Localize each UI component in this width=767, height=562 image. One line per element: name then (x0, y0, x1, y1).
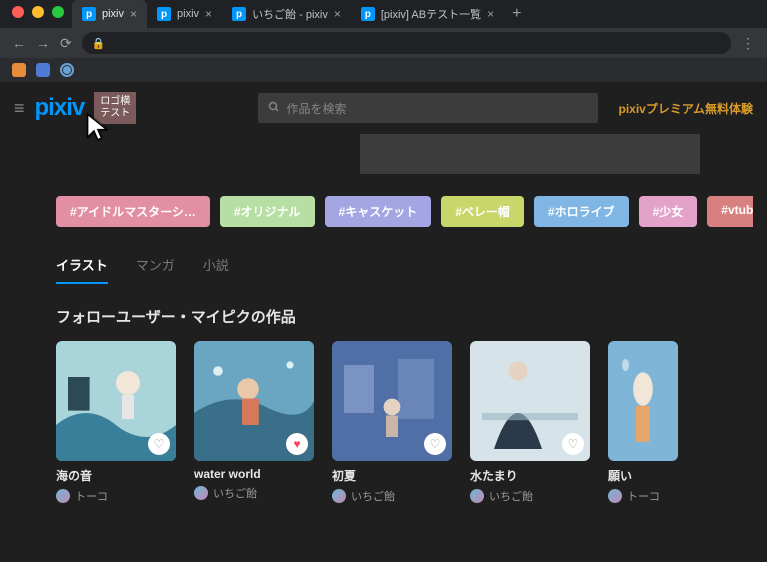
avatar (608, 489, 622, 503)
site-header: ≡ pixiv ロゴ横 テスト 作品を検索 pixivプレミアム無料体験 (14, 82, 753, 130)
pixiv-favicon: p (361, 7, 375, 21)
heart-icon[interactable]: ♡ (148, 433, 170, 455)
window-minimize-button[interactable] (32, 6, 44, 18)
close-icon[interactable]: × (334, 7, 341, 21)
ad-placeholder (360, 134, 700, 174)
artwork-user[interactable]: いちご飴 (470, 488, 590, 504)
user-name: いちご飴 (351, 488, 395, 504)
artwork-user[interactable]: いちご飴 (194, 485, 314, 501)
browser-tab[interactable]: p pixiv × (72, 0, 147, 28)
heart-icon[interactable]: ♡ (424, 433, 446, 455)
tab-label: pixiv (102, 8, 124, 20)
tab-label: pixiv (177, 8, 199, 20)
avatar (194, 486, 208, 500)
reload-icon[interactable]: ⟳ (60, 35, 72, 52)
section-title: フォローユーザー・マイピクの作品 (14, 284, 753, 341)
artwork-card[interactable]: ♡ 水たまり いちご飴 (470, 341, 590, 504)
tag-pill[interactable]: #少女 (639, 196, 698, 227)
heart-icon[interactable]: ♥ (286, 433, 308, 455)
artwork-list: ♡ 海の音 トーコ ♥ water world (14, 341, 753, 504)
avatar (56, 489, 70, 503)
premium-link[interactable]: pixivプレミアム無料体験 (618, 100, 753, 117)
bookmark-item[interactable] (60, 63, 74, 77)
tab-novel[interactable]: 小説 (203, 255, 229, 284)
artwork-thumb[interactable]: ♡ (332, 341, 452, 461)
tag-pill[interactable]: #vtuber (707, 196, 753, 227)
close-icon[interactable]: × (487, 7, 494, 21)
lock-icon: 🔒 (92, 37, 106, 50)
window-close-button[interactable] (12, 6, 24, 18)
bookmark-bar (0, 58, 767, 82)
back-icon[interactable]: ← (12, 35, 26, 51)
tag-pill[interactable]: #ベレー帽 (441, 196, 524, 227)
browser-tab[interactable]: p [pixiv] ABテスト一覧 × (351, 0, 504, 28)
tag-pill[interactable]: #ホロライブ (534, 196, 629, 227)
artwork-thumb[interactable]: ♡ (56, 341, 176, 461)
artwork-card[interactable]: 願い トーコ (608, 341, 678, 504)
artwork-title: 水たまり (470, 467, 590, 484)
logo-test-badge: ロゴ横 テスト (94, 92, 136, 124)
logo-test-line: ロゴ横 (100, 96, 130, 108)
pixiv-favicon: p (157, 7, 171, 21)
user-name: トーコ (627, 488, 660, 504)
pixiv-favicon: p (232, 7, 246, 21)
avatar (470, 489, 484, 503)
close-icon[interactable]: × (130, 7, 137, 21)
window-controls (0, 0, 76, 24)
tab-label: [pixiv] ABテスト一覧 (381, 6, 481, 22)
search-input[interactable]: 作品を検索 (258, 93, 598, 123)
forward-icon[interactable]: → (36, 35, 50, 51)
artwork-card[interactable]: ♥ water world いちご飴 (194, 341, 314, 504)
page-content: ≡ pixiv ロゴ横 テスト 作品を検索 pixivプレミアム無料体験 #アイ… (0, 82, 767, 562)
user-name: いちご飴 (489, 488, 533, 504)
bookmark-item[interactable] (12, 63, 26, 77)
close-icon[interactable]: × (205, 7, 212, 21)
tabstrip: p pixiv × p pixiv × p いちご飴 - pixiv × p [… (0, 0, 767, 28)
search-icon (268, 101, 280, 116)
artwork-user[interactable]: トーコ (56, 488, 176, 504)
artwork-title: 初夏 (332, 467, 452, 484)
browser-tab[interactable]: p いちご飴 - pixiv × (222, 0, 351, 28)
artwork-thumb[interactable] (608, 341, 678, 461)
artwork-title: 願い (608, 467, 678, 484)
artwork-card[interactable]: ♡ 海の音 トーコ (56, 341, 176, 504)
logo-test-line: テスト (100, 108, 130, 120)
search-placeholder: 作品を検索 (286, 100, 346, 117)
artwork-thumb[interactable]: ♥ (194, 341, 314, 461)
artwork-thumb[interactable]: ♡ (470, 341, 590, 461)
browser-menu-icon[interactable]: ⋮ (741, 35, 755, 52)
content-tabs: イラスト マンガ 小説 (14, 237, 753, 284)
user-name: いちご飴 (213, 485, 257, 501)
artwork-user[interactable]: いちご飴 (332, 488, 452, 504)
artwork-user[interactable]: トーコ (608, 488, 678, 504)
tag-pill[interactable]: #キャスケット (325, 196, 432, 227)
tab-illustration[interactable]: イラスト (56, 255, 108, 284)
bookmark-item[interactable] (36, 63, 50, 77)
browser-tab[interactable]: p pixiv × (147, 0, 222, 28)
site-logo[interactable]: pixiv (35, 94, 85, 122)
heart-icon[interactable]: ♡ (562, 433, 584, 455)
tag-pill[interactable]: #アイドルマスターシ… (56, 196, 210, 227)
tag-pill[interactable]: #オリジナル (220, 196, 315, 227)
tab-label: いちご飴 - pixiv (252, 6, 328, 22)
tab-manga[interactable]: マンガ (136, 255, 175, 284)
pixiv-favicon: p (82, 7, 96, 21)
new-tab-button[interactable]: + (504, 5, 529, 23)
avatar (332, 489, 346, 503)
address-bar[interactable]: 🔒 (82, 32, 731, 54)
tag-row: #アイドルマスターシ… #オリジナル #キャスケット #ベレー帽 #ホロライブ … (14, 174, 753, 237)
browser-chrome: p pixiv × p pixiv × p いちご飴 - pixiv × p [… (0, 0, 767, 82)
artwork-title: 海の音 (56, 467, 176, 484)
menu-icon[interactable]: ≡ (14, 98, 25, 119)
artwork-card[interactable]: ♡ 初夏 いちご飴 (332, 341, 452, 504)
user-name: トーコ (75, 488, 108, 504)
artwork-title: water world (194, 467, 314, 481)
navbar: ← → ⟳ 🔒 ⋮ (0, 28, 767, 58)
window-maximize-button[interactable] (52, 6, 64, 18)
